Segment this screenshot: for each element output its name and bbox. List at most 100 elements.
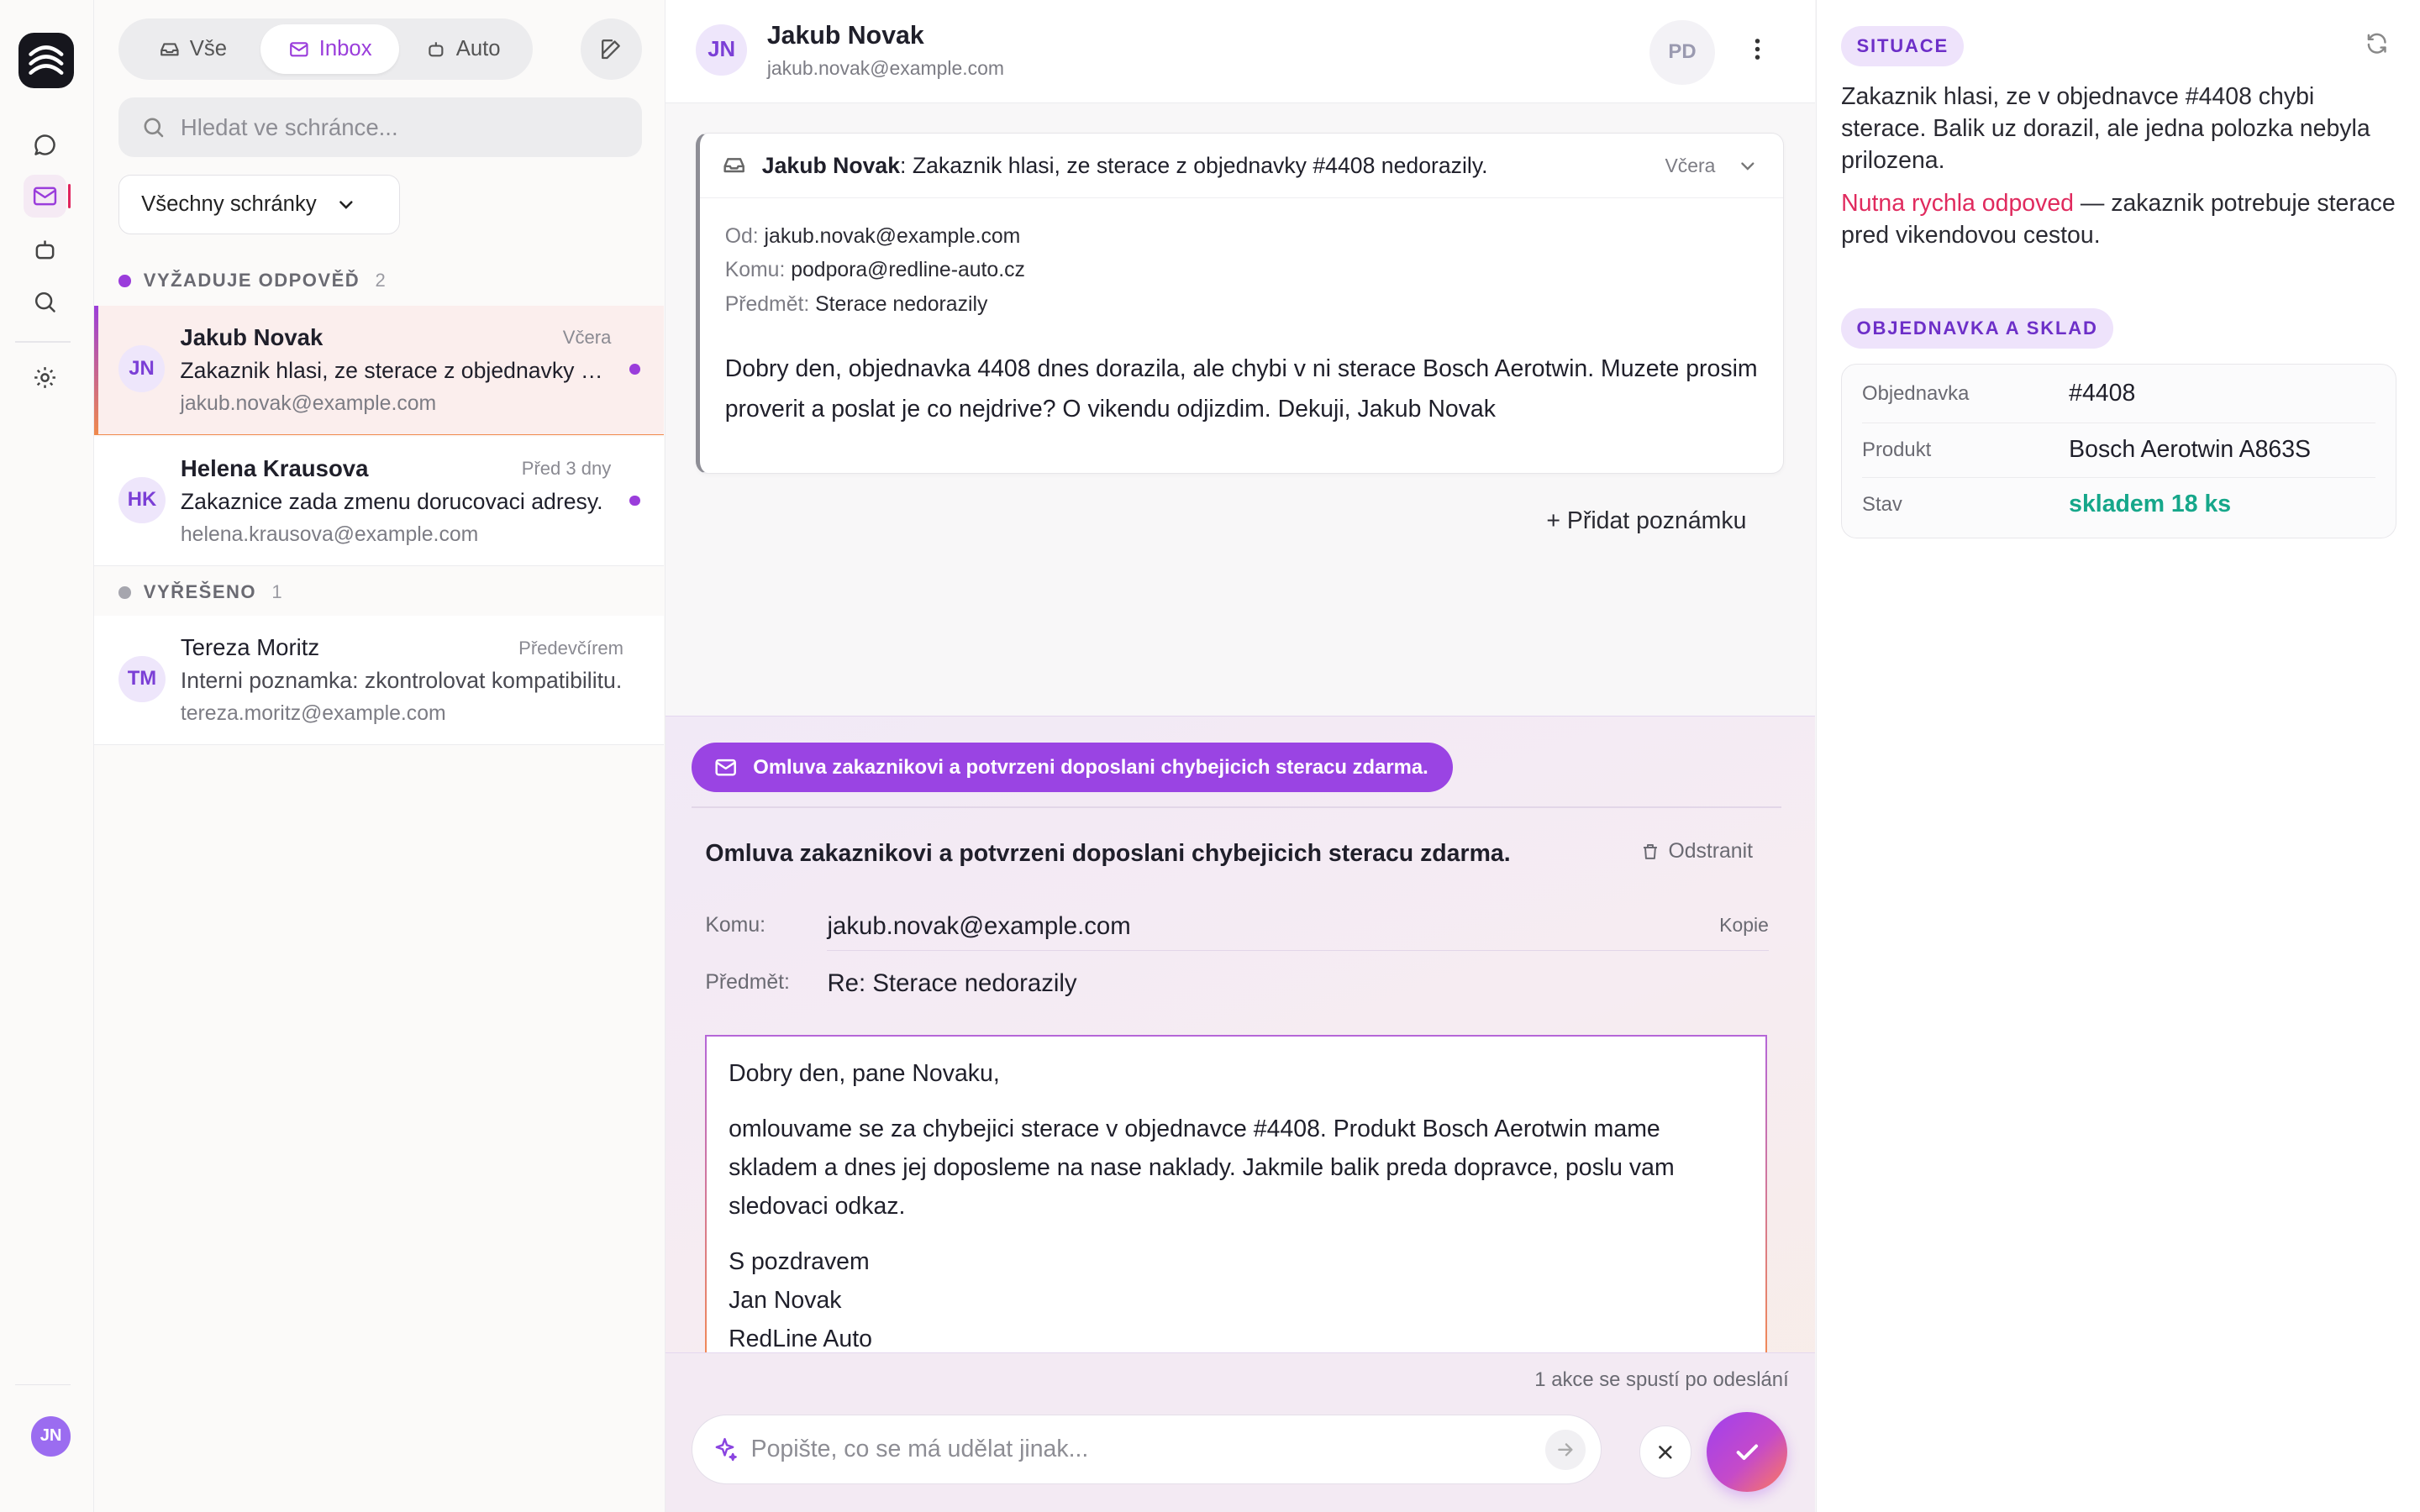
group-dot <box>118 586 132 599</box>
context-panel: SITUACE Zakaznik hlasi, ze v objednavce … <box>1816 0 2420 1512</box>
group-header-resolved: VYŘEŠENO 1 <box>118 581 282 603</box>
situation-text: Zakaznik hlasi, ze v objednavce #4408 ch… <box>1841 83 2370 174</box>
tab-inbox[interactable]: Inbox <box>260 24 400 75</box>
subject-field[interactable]: Re: Sterace nedorazily <box>827 962 1768 1008</box>
chat-icon[interactable] <box>24 123 66 166</box>
edit-icon <box>601 39 620 60</box>
group-header-needs-reply: VYŽADUJE ODPOVĚĎ 2 <box>118 270 386 291</box>
order-tag: OBJEDNAVKA A SKLAD <box>1841 308 2114 349</box>
field-label: Předmět: <box>705 971 790 995</box>
group-count: 2 <box>375 270 386 291</box>
close-icon[interactable] <box>1639 1425 1691 1478</box>
user-avatar[interactable]: JN <box>30 1416 71 1457</box>
conversation-item[interactable]: HK Helena Krausova Před 3 dny Zakaznice … <box>94 436 664 567</box>
chevron-down-icon <box>339 200 353 209</box>
arrow-right-icon[interactable] <box>1545 1429 1586 1470</box>
trash-icon <box>1644 844 1658 860</box>
reply-signature-line: S pozdravem <box>729 1247 870 1275</box>
reply-signature-line: Jan Novak <box>729 1286 842 1314</box>
conversation-subject: Zakaznik hlasi, ze sterace z objednavky … <box>180 358 612 384</box>
conversation-time: Před 3 dny <box>521 458 612 480</box>
avatar: JN <box>696 24 747 76</box>
search-box <box>118 97 643 158</box>
avatar: TM <box>118 655 166 702</box>
meta-subject: Sterace nedorazily <box>815 292 988 316</box>
avatar: HK <box>118 476 166 523</box>
inbox-list-panel: Vše Inbox Auto Všechny schránky VYŽADUJE… <box>94 0 666 1512</box>
to-field[interactable]: jakub.novak@example.com <box>827 905 1769 952</box>
conversation-time: Předevčírem <box>518 637 624 659</box>
inbox-tray-icon <box>160 43 179 56</box>
tab-label: Vše <box>189 37 228 61</box>
assignee-avatar[interactable]: PD <box>1649 19 1715 86</box>
order-key: Objednavka <box>1862 381 1970 405</box>
divider <box>691 806 1781 808</box>
add-note-button[interactable]: + Přidat poznámku <box>1546 507 1746 535</box>
check-icon[interactable] <box>1707 1411 1787 1493</box>
conversation-email: tereza.moritz@example.com <box>180 701 446 725</box>
sparkle-icon <box>715 1438 737 1462</box>
group-label: VYŽADUJE ODPOVĚĎ <box>143 270 360 291</box>
order-row: Stav skladem 18 ks <box>1862 478 2375 532</box>
tab-label: Auto <box>455 37 501 61</box>
message-card: Jakub Novak: Zakaznik hlasi, ze sterace … <box>696 132 1785 474</box>
delete-draft-button[interactable]: Odstranit <box>1640 840 1753 864</box>
conversation-header: JN Jakub Novak jakub.novak@example.com P… <box>665 0 1815 104</box>
stock-status: skladem 18 ks <box>2069 491 2232 518</box>
tab-all[interactable]: Vše <box>125 24 261 74</box>
group-count: 1 <box>271 581 282 603</box>
field-label: Komu: <box>705 914 765 937</box>
chevron-down-icon[interactable] <box>1737 155 1759 177</box>
order-key: Stav <box>1862 492 1902 516</box>
order-value: #4408 <box>2069 380 2136 407</box>
conversation-email: helena.krausova@example.com <box>180 522 479 546</box>
group-dot <box>118 275 132 287</box>
tab-auto[interactable]: Auto <box>399 24 526 74</box>
message-body: Dobry den, objednavka 4408 dnes dorazila… <box>724 355 1758 423</box>
draft-title: Omluva zakaznikovi a potvrzeni doposlani… <box>705 840 1511 868</box>
meta-label: Komu: <box>724 259 786 282</box>
ai-prompt-input[interactable] <box>750 1436 1523 1464</box>
refresh-icon[interactable] <box>2365 31 2389 62</box>
contact-name: Jakub Novak <box>766 21 924 50</box>
order-key: Produkt <box>1862 438 1932 461</box>
search-input[interactable] <box>180 113 613 141</box>
order-row: Objednavka #4408 <box>1862 365 2376 424</box>
reply-body-editor[interactable]: Dobry den, pane Novaku, omlouvame se za … <box>705 1034 1767 1362</box>
conversation-item[interactable]: JN Jakub Novak Včera Zakaznik hlasi, ze … <box>94 305 664 435</box>
reply-greeting: Dobry den, pane Novaku, <box>729 1059 1000 1087</box>
tab-label: Inbox <box>318 37 372 61</box>
composer-footer: 1 akce se spustí po odeslání <box>665 1352 1815 1512</box>
urgency-highlight: Nutna rychla odpoved <box>1841 190 2074 218</box>
reply-composer: Omluva zakaznikovi a potvrzeni doposlani… <box>665 716 1815 1512</box>
bot-icon[interactable] <box>24 228 66 271</box>
nav-rail: JN <box>0 0 95 1512</box>
rail-active-indicator <box>67 183 71 208</box>
unread-dot <box>629 495 641 507</box>
suggestion-label: Omluva zakaznikovi a potvrzeni doposlani… <box>753 755 1428 779</box>
meta-from: jakub.novak@example.com <box>764 224 1021 248</box>
search-icon[interactable] <box>24 281 66 323</box>
mail-icon <box>290 42 308 57</box>
gear-icon[interactable] <box>24 356 66 399</box>
inbox-filter-tabs: Vše Inbox Auto <box>118 18 533 81</box>
conversation-subject: Zakaznice zada zmenu dorucovaci adresy. <box>180 489 603 515</box>
conversation-subject: Interni poznamka: zkontrolovat kompatibi… <box>180 668 623 694</box>
more-vertical-icon[interactable] <box>1739 31 1776 68</box>
mailbox-select-value: Všechny schránky <box>141 192 317 216</box>
cc-button[interactable]: Kopie <box>1719 914 1769 937</box>
mail-icon[interactable] <box>23 174 66 218</box>
mail-icon <box>714 759 736 776</box>
mailbox-select[interactable]: Všechny schránky <box>118 174 400 235</box>
suggestion-pill[interactable]: Omluva zakaznikovi a potvrzeni doposlani… <box>691 743 1454 793</box>
compose-button[interactable] <box>580 18 643 81</box>
actions-note: 1 akce se spustí po odeslání <box>1534 1368 1789 1392</box>
app-logo-icon[interactable] <box>18 32 75 88</box>
contact-email: jakub.novak@example.com <box>766 56 1004 79</box>
conversation-item[interactable]: TM Tereza Moritz Předevčírem Interni poz… <box>94 615 664 746</box>
rail-divider <box>15 340 71 343</box>
conversation-name: Tereza Moritz <box>180 633 320 660</box>
meta-label: Předmět: <box>724 292 810 316</box>
message-summary-row[interactable]: Jakub Novak: Zakaznik hlasi, ze sterace … <box>700 134 1784 199</box>
message-time: Včera <box>1665 154 1716 176</box>
